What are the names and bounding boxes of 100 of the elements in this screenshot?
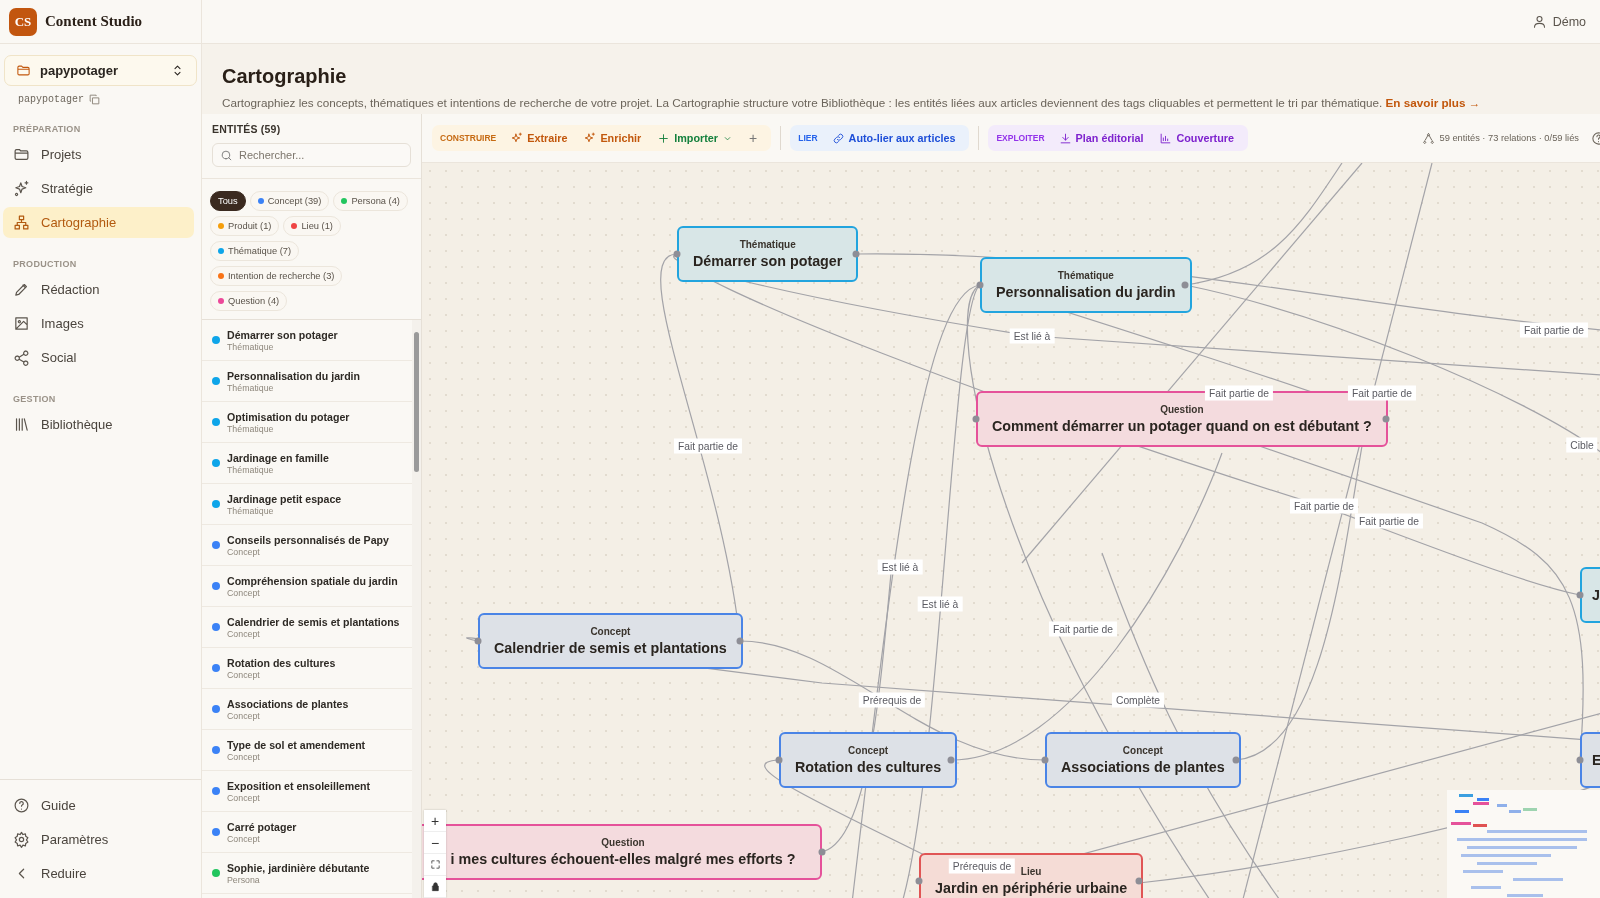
user-menu[interactable]: Démo xyxy=(1531,14,1586,29)
graph-node[interactable]: Concept Rotation des cultures xyxy=(779,732,958,788)
nav-item[interactable]: Reduire xyxy=(3,858,194,889)
graph-node[interactable]: J xyxy=(1580,567,1600,623)
lock-button[interactable] xyxy=(424,876,446,898)
connection-handle[interactable] xyxy=(972,415,980,423)
node-type: Question xyxy=(601,837,645,848)
zoom-button[interactable]: − xyxy=(424,832,446,854)
nav-item[interactable]: Images xyxy=(3,308,194,339)
edge-label: Est lié à xyxy=(877,559,923,575)
minimap[interactable] xyxy=(1447,790,1600,898)
filter-chip[interactable]: Intention de recherche (3) xyxy=(210,266,343,286)
edge-label: Prérequis de xyxy=(858,692,926,708)
section-heading: PRÉPARATION xyxy=(12,123,82,136)
entity-name: Type de sol et amendement xyxy=(227,738,366,751)
connection-handle[interactable] xyxy=(1135,877,1143,885)
learn-more-link[interactable]: En savoir plus → xyxy=(1385,96,1481,109)
filter-chip[interactable]: Persona (4) xyxy=(333,191,408,211)
edge-label: Complète xyxy=(1111,692,1165,708)
graph-icon xyxy=(1422,131,1436,145)
nav-item[interactable]: Social xyxy=(3,342,194,373)
connection-handle[interactable] xyxy=(1576,756,1584,764)
sparkle-icon xyxy=(13,180,30,197)
nav-item[interactable]: Guide xyxy=(3,790,194,821)
group-label: CONSTRUIRE xyxy=(440,133,497,143)
copy-icon[interactable] xyxy=(88,93,101,106)
edge-label: Fait partie de xyxy=(1048,621,1118,637)
page-description: Cartographiez les concepts, thématiques et intentions de recherche de votre projet. La Cartographie structure votre Bibliothèque : les entités liées aux articles deviennent des tags cliquables et permettent le tri par thématique. xyxy=(222,96,1383,109)
zoom-button[interactable]: + xyxy=(424,810,446,832)
toolbar-button[interactable]: Extraire xyxy=(504,126,574,150)
node-type: Concept xyxy=(590,626,631,637)
connection-handle[interactable] xyxy=(736,637,744,645)
toolbar-button[interactable]: Importer xyxy=(651,126,740,150)
toolbar-button[interactable]: Enrichir xyxy=(577,126,648,150)
nav-item[interactable]: Cartographie xyxy=(3,207,194,238)
entity-type: Concept xyxy=(227,833,261,844)
connection-handle[interactable] xyxy=(673,250,681,258)
nav-item[interactable]: Bibliothèque xyxy=(3,409,194,440)
toolbar-button[interactable]: Couverture xyxy=(1153,126,1240,150)
filter-chip[interactable]: Produit (1) xyxy=(210,216,280,236)
edge-label: Cible xyxy=(1566,437,1598,453)
nav-item[interactable]: Stratégie xyxy=(3,173,194,204)
toolbar-button[interactable]: + xyxy=(743,126,764,150)
scrollbar[interactable] xyxy=(412,320,421,898)
connection-handle[interactable] xyxy=(915,877,923,885)
plus-icon xyxy=(657,131,671,145)
entity-type: Thématique xyxy=(227,341,275,352)
toolbar-button[interactable]: Plan éditorial xyxy=(1052,126,1150,150)
nav-item[interactable]: Paramètres xyxy=(3,824,194,855)
connection-handle[interactable] xyxy=(1232,756,1240,764)
toolbar-button[interactable]: Auto-lier aux articles xyxy=(825,126,962,150)
connection-handle[interactable] xyxy=(1576,591,1584,599)
edge-label: Fait partie de xyxy=(1289,498,1359,514)
app-logo: CS xyxy=(9,7,37,36)
connection-handle[interactable] xyxy=(852,250,860,258)
image-icon xyxy=(13,315,30,332)
graph-node[interactable]: Thématique Démarrer son potager xyxy=(677,226,859,282)
entity-name: Jardinage en famille xyxy=(227,451,329,464)
connection-handle[interactable] xyxy=(947,756,955,764)
page-title: Cartographie xyxy=(222,65,348,88)
connection-handle[interactable] xyxy=(976,281,984,289)
search-field[interactable]: Rechercher... xyxy=(212,143,411,167)
entity-name: Carré potager xyxy=(227,820,297,833)
entity-type: Concept xyxy=(227,710,261,721)
connection-handle[interactable] xyxy=(1041,756,1049,764)
sparkle-icon xyxy=(583,131,597,145)
connection-handle[interactable] xyxy=(775,756,783,764)
pen-icon xyxy=(13,281,30,298)
help-icon xyxy=(13,797,30,814)
project-selector[interactable]: papypotager xyxy=(4,55,197,86)
node-title: Rotation des cultures xyxy=(795,759,942,775)
graph-node[interactable]: Concept Associations de plantes xyxy=(1045,732,1241,788)
filter-chip[interactable]: Thématique (7) xyxy=(210,241,300,261)
entity-name: Conseils personnalisés de Papy xyxy=(227,533,389,546)
entity-name: Optimisation du potager xyxy=(227,410,350,423)
connection-handle[interactable] xyxy=(474,637,482,645)
fullscreen-icon xyxy=(429,859,441,870)
filter-chip[interactable]: Tous xyxy=(210,191,246,211)
sparkle-icon xyxy=(510,131,524,145)
node-title: Jardin en périphérie urbaine xyxy=(935,880,1128,896)
node-type: Thématique xyxy=(1057,270,1114,281)
graph-node[interactable]: Thématique Personnalisation du jardin xyxy=(980,257,1192,313)
edge-label: Prérequis de xyxy=(948,858,1016,874)
connection-handle[interactable] xyxy=(1181,281,1189,289)
connection-handle[interactable] xyxy=(818,848,826,856)
entity-type: Thématique xyxy=(227,505,275,516)
entities-heading: ENTITÉS (59) xyxy=(211,122,282,135)
node-title: J xyxy=(1592,587,1600,603)
connection-handle[interactable] xyxy=(1382,415,1390,423)
download-icon xyxy=(1058,131,1072,145)
entity-name: Personnalisation du jardin xyxy=(227,369,361,382)
filter-chip[interactable]: Lieu (1) xyxy=(283,216,341,236)
filter-chip[interactable]: Concept (39) xyxy=(249,191,330,211)
nav-item[interactable]: Rédaction xyxy=(3,274,194,305)
entity-type: Concept xyxy=(227,546,261,557)
hierarchy-icon xyxy=(13,214,30,231)
share-icon xyxy=(13,349,30,366)
graph-node[interactable]: Concept Calendrier de semis et plantations xyxy=(478,613,743,669)
nav-item[interactable]: Projets xyxy=(3,139,194,170)
filter-chip[interactable]: Question (4) xyxy=(210,291,288,311)
